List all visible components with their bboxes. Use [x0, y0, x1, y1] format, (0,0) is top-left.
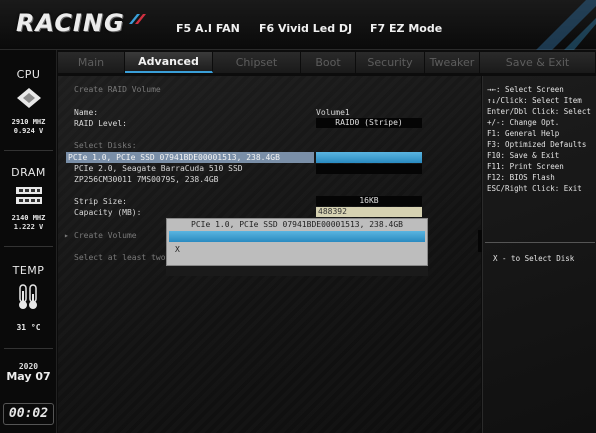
dram-title: DRAM [11, 166, 46, 179]
sidebar-divider [4, 150, 53, 151]
help-divider [485, 242, 595, 243]
dram-voltage: 1.222 V [13, 223, 44, 231]
name-value[interactable]: Volume1 [316, 107, 350, 118]
strip-size-label: Strip Size: [74, 197, 127, 206]
raid-level-label: RAID Level: [74, 119, 127, 128]
tab-security[interactable]: Security [356, 52, 425, 73]
help-line: ESC/Right Click: Exit [487, 184, 582, 193]
disk-option-1[interactable]: PCIe 1.0, PCIe SSD 07941BDE00001513, 238… [68, 152, 280, 163]
tab-advanced[interactable]: Advanced [125, 52, 213, 73]
cpu-block: CPU 2910 MHZ 0.924 V [0, 68, 57, 136]
disk-2-toggle[interactable] [316, 164, 422, 174]
tab-chipset[interactable]: Chipset [213, 52, 301, 73]
strip-size-value[interactable]: 16KB [316, 196, 422, 206]
dram-frequency: 2140 MHZ [11, 214, 46, 222]
create-volume-item[interactable]: Create Volume [74, 230, 137, 241]
capacity-value[interactable]: 488392 [316, 207, 422, 217]
dram-block: DRAM 2140 MHZ 1.222 V [0, 166, 57, 232]
disk-select-popup: PCIe 1.0, PCIe SSD 07941BDE00001513, 238… [166, 218, 428, 266]
popup-selected-option[interactable] [169, 231, 425, 242]
help-line: +/-: Change Opt. [487, 118, 560, 127]
date-block: 2020 May 07 [0, 362, 57, 383]
f5-fan-button[interactable]: F5 A.I FAN [176, 22, 240, 35]
temp-value: 31 °C [16, 323, 41, 332]
status-sidebar: CPU 2910 MHZ 0.924 V DRAM 2140 MHZ 1.222… [0, 50, 57, 433]
clock-display: 00:02 [3, 403, 54, 425]
disk-option-2-detail: ZP256CM30011 7MS0079S, 238.4GB [74, 175, 219, 184]
help-line: ↑↓/Click: Select Item [487, 96, 582, 105]
help-line: F12: BIOS Flash [487, 173, 555, 182]
help-line: F11: Print Screen [487, 162, 564, 171]
header-decoration [536, 0, 596, 50]
popup-option-x[interactable]: X [175, 245, 180, 254]
tab-main[interactable]: Main [58, 52, 125, 73]
section-title: Create RAID Volume [74, 85, 161, 94]
raid-level-value[interactable]: RAID0 (Stripe) [316, 118, 422, 128]
temp-block: TEMP 31 °C [0, 264, 57, 332]
logo-text: RACING [16, 9, 125, 37]
cpu-voltage: 0.924 V [13, 127, 44, 135]
tab-boot[interactable]: Boot [301, 52, 356, 73]
tab-save-exit[interactable]: Save & Exit [480, 52, 596, 73]
popup-title: PCIe 1.0, PCIe SSD 07941BDE00001513, 238… [191, 220, 403, 229]
bios-header: RACING F5 A.I FAN F6 Vivid Led DJ F7 EZ … [0, 0, 596, 50]
help-panel: →←: Select Screen ↑↓/Click: Select Item … [482, 76, 596, 433]
name-label: Name: [74, 108, 99, 117]
capacity-label: Capacity (MB): [74, 208, 142, 217]
help-line: F3: Optimized Defaults [487, 140, 587, 149]
disk-option-2[interactable]: PCIe 2.0, Seagate BarraCuda 510 SSD [74, 163, 243, 174]
help-line: F1: General Help [487, 129, 560, 138]
item-help-text: X - to Select Disk [493, 254, 575, 263]
help-line: F10: Save & Exit [487, 151, 560, 160]
f6-led-button[interactable]: F6 Vivid Led DJ [259, 22, 352, 35]
cpu-title: CPU [16, 68, 41, 81]
help-line: →←: Select Screen [487, 85, 564, 94]
racing-logo: RACING [16, 6, 147, 40]
select-disks-label: Select Disks: [74, 141, 137, 150]
cpu-chip-icon [16, 88, 41, 108]
f7-ezmode-button[interactable]: F7 EZ Mode [370, 22, 442, 35]
temp-title: TEMP [12, 264, 45, 277]
disk-1-toggle[interactable] [316, 152, 422, 163]
create-volume-arrow-icon: ▸ [64, 231, 69, 240]
tab-bar: Main Advanced Chipset Boot Security Twea… [58, 52, 596, 73]
sidebar-divider [4, 246, 53, 247]
popup-shadow [166, 266, 428, 276]
memory-module-icon [15, 187, 42, 204]
cpu-frequency: 2910 MHZ [11, 118, 46, 126]
raid-settings-panel: Create RAID Volume Name: Volume1 RAID Le… [58, 76, 487, 433]
tab-tweaker[interactable]: Tweaker [425, 52, 480, 73]
date-day: May 07 [6, 370, 51, 383]
thermometer-icon [18, 284, 37, 309]
sidebar-divider [4, 348, 53, 349]
help-line: Enter/Dbl Click: Select [487, 107, 591, 116]
logo-mark-icon [128, 14, 146, 24]
